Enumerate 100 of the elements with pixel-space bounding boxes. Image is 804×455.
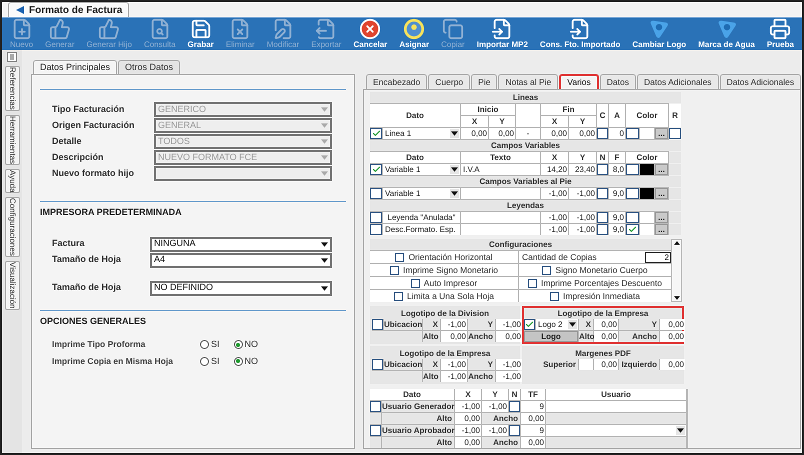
number-field[interactable]: 8,0 [609, 164, 625, 175]
toolbar-button[interactable]: Prueba [764, 18, 796, 50]
number-field[interactable]: -1,00 [441, 371, 467, 382]
tab[interactable]: Datos Adicionales [720, 74, 802, 89]
panel-icon[interactable] [7, 52, 17, 62]
ellipsis-button[interactable]: ... [655, 212, 668, 223]
number-field[interactable]: 0,00 [594, 359, 618, 370]
number-field[interactable]: 0 [609, 128, 625, 139]
toolbar-button[interactable]: Cancelar [352, 18, 390, 50]
tab[interactable]: Encabezado [366, 74, 428, 89]
checkbox[interactable] [372, 319, 383, 330]
checkbox[interactable] [370, 188, 382, 199]
checkbox[interactable]: Limita a Una Sola Hoja [370, 290, 518, 302]
checkbox[interactable] [597, 164, 608, 175]
scroll-up-icon[interactable] [674, 241, 680, 245]
checkbox[interactable] [370, 224, 382, 235]
number-field[interactable]: -1,00 [455, 401, 481, 412]
dropdown-field[interactable]: NINGUNA [150, 236, 332, 252]
checkbox[interactable] [626, 128, 639, 139]
dropdown-field[interactable] [546, 425, 686, 436]
checkbox[interactable] [370, 212, 382, 223]
checkbox[interactable] [524, 319, 535, 330]
tab[interactable]: Notas al Pie [498, 74, 558, 89]
number-field[interactable]: -1,00 [569, 188, 596, 199]
checkbox[interactable] [626, 224, 639, 235]
checkbox[interactable] [626, 164, 639, 175]
ellipsis-button[interactable]: ... [655, 188, 668, 199]
number-field[interactable]: 0,00 [541, 128, 568, 139]
tab[interactable]: Varios [559, 74, 599, 89]
checkbox[interactable]: Imprime Signo Monetario [370, 264, 518, 276]
checkbox[interactable] [370, 401, 381, 412]
tab[interactable]: Cuerpo [428, 74, 470, 89]
number-field[interactable]: 0,00 [455, 437, 481, 448]
ellipsis-button[interactable]: ... [655, 224, 668, 235]
checkbox[interactable] [372, 359, 383, 370]
number-field[interactable]: 9,0 [609, 188, 625, 199]
color-swatch[interactable] [640, 188, 654, 199]
toolbar-button[interactable]: Asignar [397, 18, 432, 50]
text-field[interactable]: Desc.Formato. Esp. [383, 224, 460, 235]
logo-button[interactable]: Logo [524, 331, 578, 342]
checkbox[interactable]: Auto Impresor [370, 277, 518, 289]
number-field[interactable]: 9 [521, 425, 545, 436]
dropdown-field[interactable]: Linea 1 [383, 128, 460, 139]
radio-button[interactable]: NO [234, 338, 258, 352]
number-field[interactable]: 2 [645, 252, 671, 262]
window-tab[interactable]: Formato de Factura [8, 2, 130, 17]
checkbox[interactable] [370, 425, 381, 436]
checkbox[interactable]: Impresión Inmediata [519, 290, 671, 302]
number-field[interactable]: -1,00 [541, 224, 568, 235]
number-field[interactable]: -1,00 [441, 359, 467, 370]
tab[interactable]: Pie [471, 74, 498, 89]
radio-button[interactable]: NO [234, 354, 258, 368]
number-field[interactable]: 0,00 [489, 128, 515, 139]
tab[interactable]: Datos Principales [33, 60, 118, 74]
number-field[interactable]: 0,00 [455, 413, 481, 424]
color-swatch[interactable] [640, 164, 654, 175]
dropdown-field[interactable]: Logo 2 [536, 319, 578, 330]
number-field[interactable]: -1,00 [569, 224, 596, 235]
scroll-down-icon[interactable] [674, 296, 680, 300]
checkbox[interactable] [626, 188, 639, 199]
number-field[interactable]: -1,00 [441, 319, 467, 330]
side-tab[interactable]: Ayuda [4, 168, 20, 194]
ellipsis-button[interactable]: ... [655, 128, 668, 139]
number-field[interactable]: 9,0 [609, 212, 625, 223]
checkbox[interactable] [370, 128, 382, 139]
ellipsis-button[interactable]: ... [655, 164, 668, 175]
number-field[interactable]: 0,00 [441, 331, 467, 342]
checkbox[interactable]: Imprime Porcentajes Descuento [519, 277, 671, 289]
number-field[interactable]: 9,0 [609, 224, 625, 235]
number-field[interactable]: 0,00 [594, 319, 618, 330]
checkbox[interactable] [669, 128, 681, 139]
toolbar-button[interactable]: Grabar [186, 18, 216, 50]
side-tab[interactable]: Configuraciones [4, 197, 20, 258]
dropdown-field[interactable]: NO DEFINIDO [150, 280, 332, 296]
checkbox[interactable] [597, 212, 608, 223]
checkbox[interactable] [370, 164, 382, 175]
tab[interactable]: Datos [600, 74, 636, 89]
number-field[interactable]: -1,00 [496, 371, 522, 382]
number-field[interactable]: -1,00 [455, 425, 481, 436]
tab[interactable]: Otros Datos [118, 60, 180, 74]
number-field[interactable]: 0,00 [594, 331, 618, 342]
number-field[interactable]: -1,00 [541, 188, 568, 199]
tab[interactable]: Datos Adicionales [636, 74, 719, 89]
number-field[interactable]: 9 [521, 401, 545, 412]
toolbar-button[interactable]: Marca de Agua [696, 18, 757, 50]
number-field[interactable]: 14,20 [541, 164, 568, 175]
number-field[interactable]: -1,00 [482, 425, 508, 436]
checkbox[interactable] [597, 128, 608, 139]
checkbox[interactable] [509, 401, 520, 412]
checkbox[interactable] [626, 212, 639, 223]
scrollbar[interactable] [671, 239, 682, 302]
side-tab[interactable]: Referencias [4, 66, 20, 111]
number-field[interactable]: -1,00 [496, 359, 522, 370]
number-field[interactable]: 0,00 [461, 128, 488, 139]
radio-button[interactable]: SI [200, 338, 220, 352]
number-field[interactable]: 0,00 [569, 128, 596, 139]
number-field[interactable]: -1,00 [541, 212, 568, 223]
checkbox[interactable]: Orientación Horizontal [370, 251, 518, 263]
side-tab[interactable]: Herramientas [4, 114, 20, 165]
number-field[interactable]: 0,00 [521, 413, 545, 424]
